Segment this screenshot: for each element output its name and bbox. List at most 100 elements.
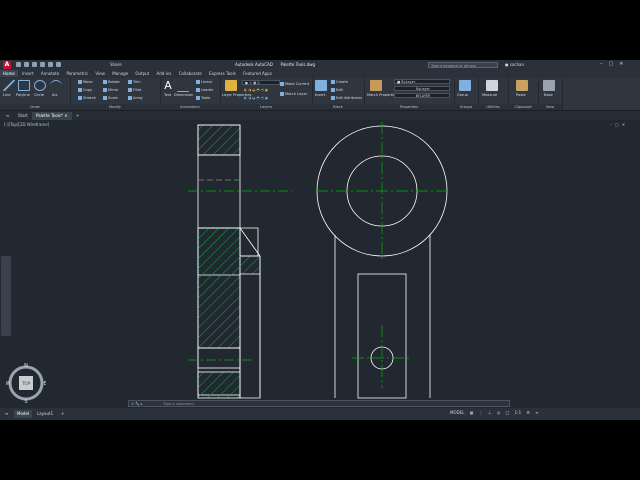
base-view-icon[interactable] — [543, 80, 555, 91]
copy-tool[interactable]: Copy — [78, 88, 92, 92]
menu-icon[interactable]: ≡ — [2, 112, 13, 120]
arc-tool[interactable]: Arc — [52, 93, 58, 97]
layer-tools-icons[interactable]: ◐◑◒◓◔◕ — [244, 96, 269, 100]
new-icon[interactable] — [16, 62, 21, 67]
search-input[interactable]: Type a keyword or phrase — [428, 62, 498, 68]
leader-tool[interactable]: Leader — [196, 88, 213, 92]
tab-layout1[interactable]: Layout1 — [34, 410, 56, 418]
stretch-tool[interactable]: Stretch — [78, 96, 96, 100]
open-icon[interactable] — [24, 62, 29, 67]
autocad-logo-icon[interactable]: A — [3, 61, 11, 69]
tab-output[interactable]: Output — [132, 70, 152, 77]
line-icon[interactable] — [3, 80, 15, 91]
tab-manage[interactable]: Manage — [109, 70, 131, 77]
block-panel-title[interactable]: Block — [312, 104, 364, 110]
tab-express-tools[interactable]: Express Tools — [206, 70, 239, 77]
share-button[interactable]: Share — [110, 62, 122, 67]
annotation-scale-label[interactable]: 1:1 — [515, 410, 521, 415]
table-tool[interactable]: Table — [196, 96, 210, 100]
polar-icon[interactable]: ◎ — [497, 410, 501, 415]
group-icon[interactable] — [459, 80, 471, 91]
drawing-viewport[interactable]: [-][Top][2D Wireframe] –▢✕ — [0, 120, 640, 408]
groups-panel-title[interactable]: Groups — [454, 104, 478, 110]
view-panel-title[interactable]: View — [538, 104, 562, 110]
tab-view[interactable]: View — [92, 70, 108, 77]
text-icon[interactable]: A — [162, 80, 174, 91]
tab-model[interactable]: Model — [14, 410, 33, 418]
mirror-tool[interactable]: Mirror — [103, 88, 119, 92]
command-line-tools-icon[interactable]: ✕ 🔧 ▸ — [131, 401, 143, 407]
match-layer-tool[interactable]: Match Layer — [280, 92, 307, 96]
measure-tool[interactable]: Measure — [482, 93, 497, 97]
tab-featured-apps[interactable]: Featured Apps — [240, 70, 275, 77]
new-tab-icon[interactable]: + — [72, 112, 83, 120]
paste-tool[interactable]: Paste — [516, 93, 526, 97]
layer-dropdown[interactable]: ● ☼ ▣ 0 — [242, 80, 280, 85]
command-line[interactable]: ✕ 🔧 ▸ Type a command — [128, 400, 510, 407]
polyline-icon[interactable] — [18, 80, 30, 91]
edit-tool[interactable]: Edit — [331, 88, 343, 92]
window-controls[interactable]: –▢✕ — [600, 61, 629, 67]
clipboard-panel-title[interactable]: Clipboard — [508, 104, 538, 110]
save-icon[interactable] — [32, 62, 37, 67]
create-tool[interactable]: Create — [331, 80, 348, 84]
tab-annotate[interactable]: Annotate — [38, 70, 62, 77]
text-tool[interactable]: Text — [164, 93, 171, 97]
annotation-panel-title[interactable]: Annotation — [160, 104, 220, 110]
match-properties-icon[interactable] — [370, 80, 382, 91]
grid-icon[interactable]: ▦ — [470, 410, 474, 415]
viewport-scrollbar[interactable] — [1, 256, 11, 336]
modify-panel-title[interactable]: Modify — [70, 104, 160, 110]
layer-state-icons[interactable]: ◐◑◒◓◔◕ — [244, 88, 269, 92]
snap-icon[interactable]: ⋮ — [479, 410, 483, 415]
draw-panel-title[interactable]: Draw — [0, 104, 70, 110]
paste-icon[interactable] — [516, 80, 528, 91]
circle-tool[interactable]: Circle — [34, 93, 44, 97]
settings-gear-icon[interactable]: ⚙ — [526, 410, 530, 415]
base-tool[interactable]: Base — [544, 93, 553, 97]
tab-parametric[interactable]: Parametric — [63, 70, 91, 77]
linetype-dropdown[interactable]: BYLAYER — [394, 93, 450, 98]
tab-collaborate[interactable]: Collaborate — [176, 70, 205, 77]
dimension-tool[interactable]: Dimension — [174, 93, 193, 97]
circle-icon[interactable] — [34, 80, 46, 91]
customize-icon[interactable]: ≡ — [535, 410, 538, 415]
scale-tool[interactable]: Scale — [103, 96, 118, 100]
cad-drawing[interactable] — [0, 120, 640, 408]
dimension-icon[interactable] — [177, 80, 189, 92]
layers-panel-title[interactable]: Layers — [220, 104, 312, 110]
layer-properties-icon[interactable] — [225, 80, 237, 91]
model-space-toggle[interactable]: MODEL — [450, 410, 464, 415]
utilities-panel-title[interactable]: Utilities — [478, 104, 508, 110]
group-tool[interactable]: Group — [457, 93, 468, 97]
undo-icon[interactable] — [48, 62, 53, 67]
redo-icon[interactable] — [56, 62, 61, 67]
insert-tool[interactable]: Insert — [315, 93, 325, 97]
rotate-tool[interactable]: Rotate — [103, 80, 120, 84]
section-view[interactable] — [197, 124, 261, 399]
arc-icon[interactable] — [50, 80, 62, 92]
make-current-tool[interactable]: Make Current — [280, 82, 309, 86]
osnap-icon[interactable]: □ — [506, 410, 510, 415]
lineweight-dropdown[interactable]: ByLayer — [394, 86, 450, 91]
measure-icon[interactable] — [486, 80, 498, 91]
user-account[interactable]: ● sachan — [505, 62, 524, 67]
navigation-viewcube[interactable]: TOP N S E W — [6, 363, 46, 403]
layout-menu-icon[interactable]: ≡ — [2, 410, 11, 418]
close-tab-icon[interactable]: ✕ — [64, 113, 67, 118]
polyline-tool[interactable]: Polyline — [16, 93, 30, 97]
add-layout-icon[interactable]: + — [58, 410, 67, 418]
command-input[interactable]: Type a command — [163, 401, 194, 407]
linear-tool[interactable]: Linear — [196, 80, 212, 84]
move-tool[interactable]: Move — [78, 80, 93, 84]
tab-home[interactable]: Home — [0, 70, 18, 77]
array-tool[interactable]: Array — [128, 96, 143, 100]
tab-addins[interactable]: Add-ins — [154, 70, 175, 77]
save-as-icon[interactable] — [40, 62, 45, 67]
fillet-tool[interactable]: Fillet — [128, 88, 141, 92]
edit-attributes-tool[interactable]: Edit Attributes — [331, 96, 362, 100]
ortho-icon[interactable]: ⊥ — [488, 410, 491, 415]
insert-icon[interactable] — [315, 80, 327, 91]
trim-tool[interactable]: Trim — [128, 80, 141, 84]
properties-panel-title[interactable]: Properties — [364, 104, 454, 110]
